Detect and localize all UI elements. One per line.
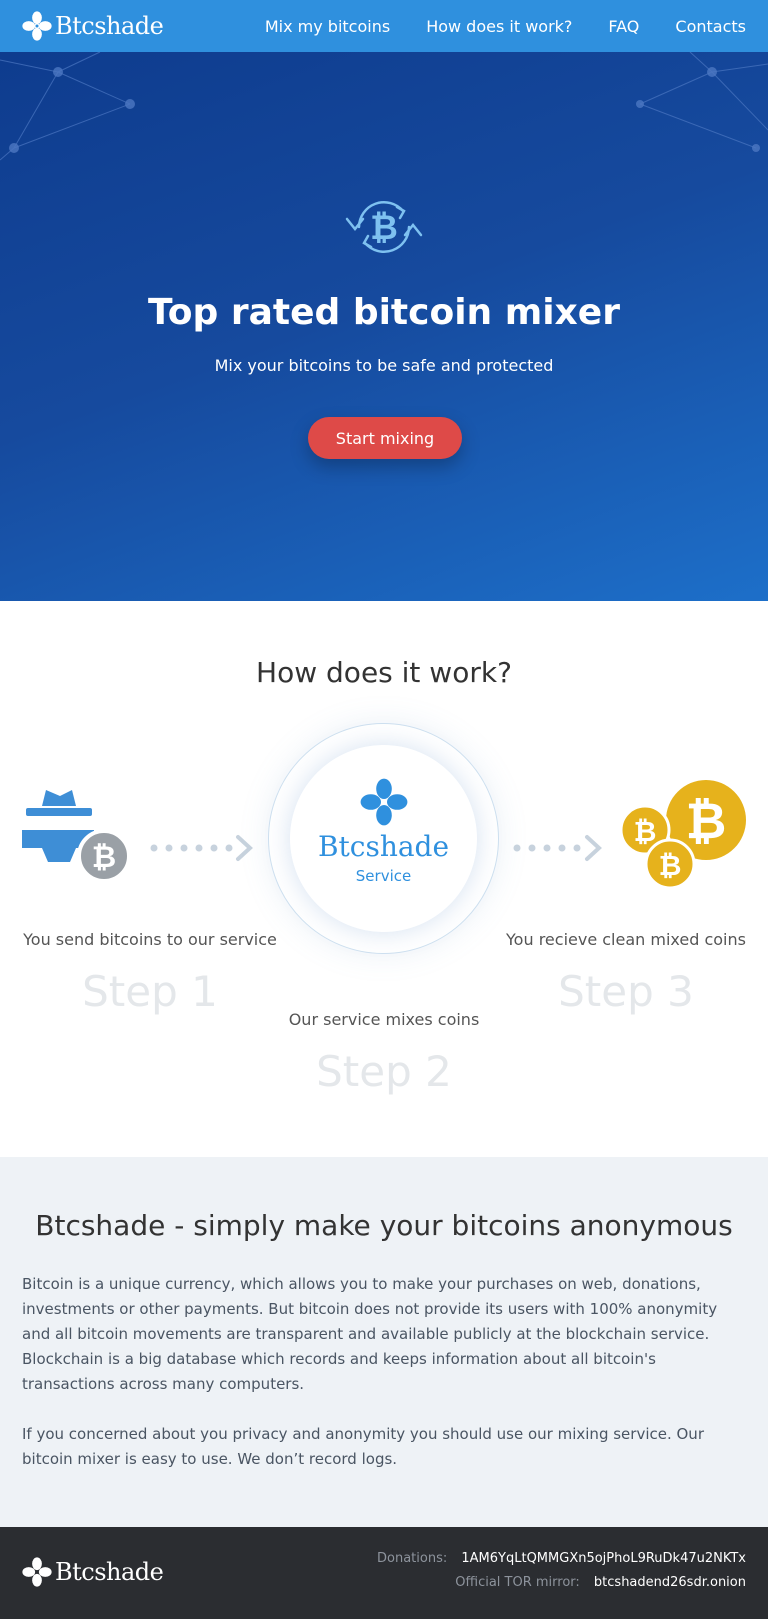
start-mixing-button[interactable]: Start mixing	[308, 417, 462, 459]
footer-logo[interactable]: Btcshade	[22, 1557, 164, 1587]
how-it-works-section: How does it work? ₿ Btcshade Service ₿ ₿…	[0, 601, 768, 1157]
about-section: Btcshade - simply make your bitcoins ano…	[0, 1157, 768, 1527]
anonymous-user-bitcoin-icon: ₿	[22, 790, 131, 883]
main-nav: Mix my bitcoins How does it work? FAQ Co…	[229, 17, 746, 36]
logo-text: Btcshade	[55, 12, 164, 40]
hero-section: ₿ Top rated bitcoin mixer Mix your bitco…	[0, 0, 768, 601]
service-label: Service	[355, 867, 412, 885]
header-logo[interactable]: Btcshade	[22, 11, 164, 41]
donations-line: Donations: 1AM6YqLtQMMGXn5ojPhoL9RuDk47u…	[377, 1551, 746, 1566]
about-paragraph-2: If you concerned about you privacy and a…	[22, 1425, 704, 1468]
service-circle: Btcshade Service	[268, 723, 499, 954]
donations-address[interactable]: 1AM6YqLtQMMGXn5ojPhoL9RuDk47u2NKTx	[461, 1551, 746, 1566]
nav-contacts[interactable]: Contacts	[675, 17, 746, 36]
svg-text:₿: ₿	[634, 815, 657, 848]
hero-subtitle: Mix your bitcoins to be safe and protect…	[214, 356, 554, 375]
fan-logo-icon	[22, 1557, 52, 1587]
hero-title: Top rated bitcoin mixer	[148, 292, 620, 333]
service-circle-inner: Btcshade Service	[290, 745, 477, 932]
how-title: How does it work?	[256, 656, 512, 689]
footer-logo-text: Btcshade	[55, 1558, 164, 1586]
top-navbar: Btcshade Mix my bitcoins How does it wor…	[0, 0, 768, 52]
nav-how-does-it-work[interactable]: How does it work?	[426, 17, 572, 36]
nav-mix-my-bitcoins[interactable]: Mix my bitcoins	[265, 17, 390, 36]
service-name: Btcshade	[317, 830, 450, 863]
svg-text:₿: ₿	[686, 792, 727, 850]
footer: Btcshade Donations: 1AM6YqLtQMMGXn5ojPho…	[0, 1527, 768, 1619]
fan-logo-icon	[22, 11, 52, 41]
step-2-label: Step 2	[316, 1047, 452, 1096]
arrow-right-icon	[513, 835, 602, 861]
svg-text:₿: ₿	[370, 208, 398, 248]
about-title: Btcshade - simply make your bitcoins ano…	[35, 1209, 733, 1242]
tor-mirror-address[interactable]: btcshadend26sdr.onion	[594, 1575, 746, 1590]
svg-text:₿: ₿	[659, 849, 682, 882]
donations-label: Donations:	[377, 1551, 448, 1566]
bitcoin-refresh-icon: ₿	[345, 201, 423, 253]
step-3-label: Step 3	[558, 967, 694, 1016]
arrow-right-icon	[150, 835, 253, 861]
step-3-text: You recieve clean mixed coins	[506, 930, 746, 949]
tor-mirror-label: Official TOR mirror:	[455, 1575, 580, 1590]
about-paragraph-1: Bitcoin is a unique currency, which allo…	[22, 1275, 718, 1393]
fan-logo-icon	[360, 778, 407, 826]
svg-text:₿: ₿	[92, 840, 116, 875]
bitcoin-coins-icon: ₿ ₿ ₿	[620, 780, 746, 889]
tor-mirror-line: Official TOR mirror: btcshadend26sdr.oni…	[455, 1575, 746, 1590]
nav-faq[interactable]: FAQ	[608, 17, 639, 36]
step-1-label: Step 1	[82, 967, 218, 1016]
step-1-text: You send bitcoins to our service	[23, 930, 277, 949]
